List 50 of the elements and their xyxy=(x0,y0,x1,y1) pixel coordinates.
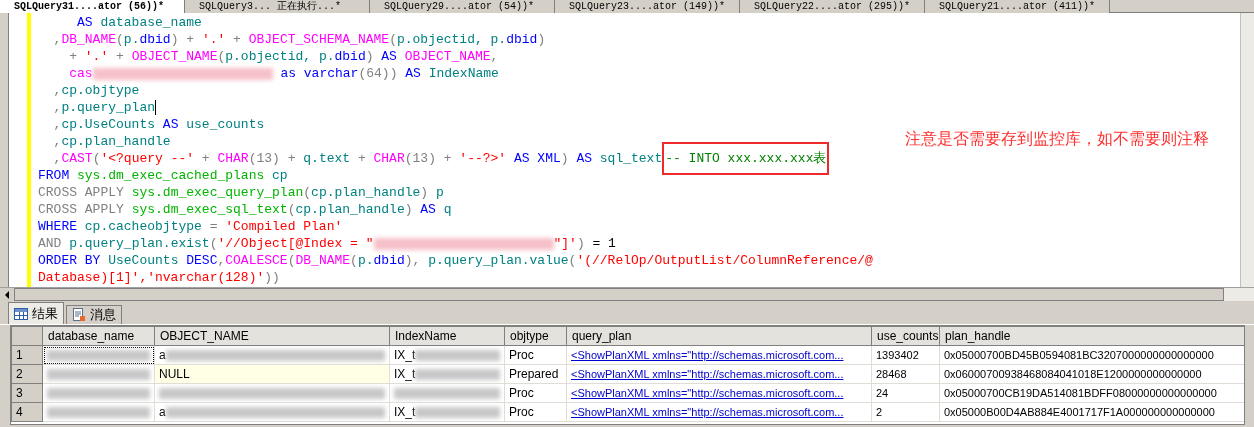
text-cursor xyxy=(155,100,157,115)
query-plan-link[interactable]: <ShowPlanXML xmlns="http://schemas.microsoft.com... xyxy=(571,348,844,361)
document-tab[interactable]: SQLQuery29....ator (54))* xyxy=(370,0,555,13)
query-plan-link[interactable]: <ShowPlanXML xmlns="http://schemas.microsoft.com... xyxy=(571,405,844,418)
document-tab[interactable]: SQLQuery31....ator (56))* xyxy=(0,0,185,13)
result-tab[interactable]: 结果 xyxy=(8,302,64,324)
code-text: ,cp.objtype xyxy=(52,82,140,99)
cell-text: a xyxy=(159,404,166,421)
cell-text: IX_t xyxy=(394,366,416,383)
scroll-left-icon[interactable] xyxy=(0,288,14,301)
code-text: FROM sys.dm_exec_cached_plans cp xyxy=(38,167,288,184)
code-text: + '.' + OBJECT_NAME(p.objectid, p.dbid) AS OBJECT_NAME, xyxy=(68,48,499,65)
code-text: AND p.query_plan.exist('//Object[@Index = " xyxy=(38,235,374,252)
document-tab[interactable]: SQLQuery23....ator (149))* xyxy=(555,0,740,13)
column-header[interactable]: objtype xyxy=(504,326,567,346)
code-text: cas xyxy=(68,65,93,82)
code-text: ,DB_NAME(p.dbid) + '.' + OBJECT_SCHEMA_NAME(p.objectid, p.dbid) xyxy=(52,31,546,48)
cell-text: IX_t xyxy=(394,404,416,421)
column-header[interactable]: query_plan xyxy=(566,326,872,346)
code-text: AS database_name xyxy=(76,14,202,31)
column-header[interactable]: plan_handle xyxy=(939,326,1244,346)
grid-icon xyxy=(14,307,28,320)
query-plan-link[interactable]: <ShowPlanXML xmlns="http://schemas.microsoft.com... xyxy=(571,386,844,399)
highlighted-comment: -- INTO xxx.xxx.xxx表 xyxy=(662,142,830,175)
code-text: ,cp.UseCounts AS use_counts xyxy=(52,116,265,133)
code-text: as varchar(64)) AS IndexName xyxy=(279,65,499,82)
code-text: ,CAST('<?query --' + CHAR(13) + q.text + CHAR(13) + '--?>' AS XML) AS sql_text xyxy=(52,150,663,167)
column-header[interactable]: use_counts xyxy=(871,326,940,346)
document-tab[interactable]: SQLQuery22....ator (295))* xyxy=(740,0,925,13)
column-header[interactable]: IndexName xyxy=(389,326,505,346)
code-text: WHERE cp.cacheobjtype = 'Compiled Plan' xyxy=(38,218,343,235)
document-icon xyxy=(72,308,86,322)
annotation-note: 注意是否需要存到监控库，如不需要则注释 xyxy=(905,129,1209,149)
code-text: ORDER BY UseCounts DESC,COALESCE(DB_NAME(p.dbid), p.query_plan.value('(//RelOp/OutputList/ColumnReference/@ xyxy=(38,252,873,269)
code-text: Database)[1]','nvarchar(128)')) xyxy=(38,269,280,286)
code-text: "]') = 1 xyxy=(553,235,616,252)
document-tab[interactable]: SQLQuery3... 正在执行...* xyxy=(185,0,370,13)
code-text: ,p.query_plan xyxy=(52,99,156,116)
horizontal-scrollbar[interactable] xyxy=(14,288,1224,301)
column-header[interactable]: OBJECT_NAME xyxy=(154,326,390,346)
vertical-scrollbar[interactable] xyxy=(1240,13,1254,287)
code-text: CROSS APPLY sys.dm_exec_sql_text(cp.plan_handle) AS q xyxy=(38,201,452,218)
result-tab[interactable]: 消息 xyxy=(66,305,122,324)
column-header[interactable]: database_name xyxy=(42,326,155,346)
code-text: ,cp.plan_handle xyxy=(52,133,171,150)
code-text: CROSS APPLY sys.dm_exec_query_plan(cp.plan_handle) p xyxy=(38,184,444,201)
cell-text: IX_t xyxy=(394,347,416,364)
cell-text: a xyxy=(159,347,166,364)
query-plan-link[interactable]: <ShowPlanXML xmlns="http://schemas.microsoft.com... xyxy=(571,367,844,380)
document-tab[interactable]: SQLQuery21....ator (411))* xyxy=(925,0,1110,13)
